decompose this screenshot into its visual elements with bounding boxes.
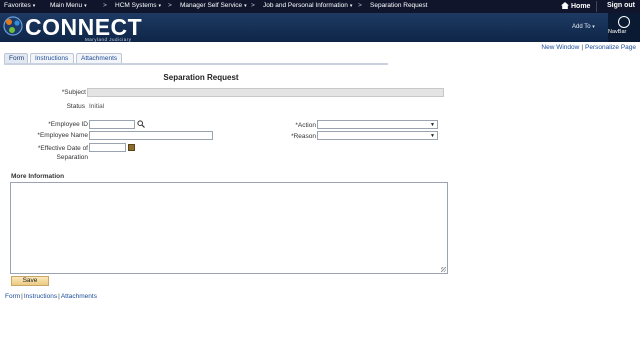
- chevron-down-icon: ▼: [430, 133, 435, 139]
- add-to-label: Add To: [572, 24, 591, 30]
- breadcrumb-separator: >: [168, 2, 172, 9]
- breadcrumb-separator: >: [358, 2, 362, 9]
- employee-name-field[interactable]: [89, 131, 213, 140]
- chevron-down-icon: ▾: [592, 24, 595, 30]
- sign-out-link[interactable]: Sign out: [607, 2, 635, 9]
- page-title: Separation Request: [163, 73, 239, 82]
- subject-label: *Subject: [61, 89, 86, 96]
- link-divider: |: [581, 44, 584, 51]
- link-divider: |: [21, 293, 23, 300]
- page-links: New Window | Personalize Page: [541, 44, 636, 51]
- chevron-down-icon: ▾: [32, 3, 36, 9]
- reason-select[interactable]: ▼: [317, 131, 438, 140]
- more-information-textarea[interactable]: [10, 182, 448, 274]
- main-menu-label: Main Menu: [50, 2, 83, 9]
- employee-id-label: *Employee ID: [48, 121, 88, 128]
- hcm-systems-menu[interactable]: HCM Systems ▾: [115, 2, 161, 9]
- chevron-down-icon: ▼: [430, 122, 435, 128]
- separation-request-label: Separation Request: [370, 2, 428, 9]
- employee-name-label: *Employee Name: [37, 132, 88, 139]
- top-navigation-bar: Favorites ▾ Main Menu ▾ > HCM Systems ▾ > M…: [0, 0, 640, 13]
- breadcrumb-separator: >: [251, 2, 255, 9]
- manager-self-service-label: Manager Self Service: [180, 2, 243, 9]
- search-icon[interactable]: [137, 120, 145, 128]
- hcm-systems-label: HCM Systems: [115, 2, 157, 9]
- status-value: Initial: [89, 103, 105, 110]
- instructions-link[interactable]: Instructions: [24, 293, 57, 300]
- job-personal-info-menu[interactable]: Job and Personal Information ▾: [263, 2, 352, 9]
- personalize-page-link[interactable]: Personalize Page: [585, 44, 636, 51]
- home-link[interactable]: Home: [561, 2, 590, 10]
- main-menu[interactable]: Main Menu ▾: [50, 2, 87, 9]
- manager-self-service-menu[interactable]: Manager Self Service ▾: [180, 2, 247, 9]
- calendar-icon[interactable]: [128, 144, 135, 151]
- tab-form[interactable]: Form: [4, 53, 28, 63]
- action-select[interactable]: ▼: [317, 120, 438, 129]
- tab-attachments[interactable]: Attachments: [76, 53, 122, 63]
- bottom-links: Form|Instructions|Attachments: [5, 293, 97, 300]
- connect-logo-icon: [3, 16, 23, 36]
- form-link[interactable]: Form: [5, 293, 20, 300]
- attachments-link[interactable]: Attachments: [61, 293, 97, 300]
- breadcrumb-separator: >: [103, 2, 107, 9]
- resize-grip-icon[interactable]: [441, 267, 446, 272]
- subject-field[interactable]: [87, 88, 444, 97]
- favorites-menu[interactable]: Favorites ▾: [4, 2, 35, 9]
- nav-divider: [596, 1, 597, 12]
- tab-underline: [4, 63, 388, 65]
- chevron-down-icon: ▾: [84, 3, 87, 9]
- home-icon: [561, 2, 569, 9]
- employee-id-field[interactable]: [89, 120, 135, 129]
- add-to-menu[interactable]: Add To ▾: [572, 24, 595, 30]
- separation-request-crumb[interactable]: Separation Request: [370, 2, 427, 9]
- favorites-label: Favorites: [4, 2, 31, 9]
- tab-instructions[interactable]: Instructions: [30, 53, 74, 63]
- save-button[interactable]: Save: [11, 276, 49, 286]
- navbar-button[interactable]: NavBar: [608, 13, 640, 42]
- navbar-label: NavBar: [608, 29, 627, 35]
- logo-subtitle: Maryland Judiciary: [85, 37, 132, 42]
- effective-date-label-line2: Separation: [56, 154, 88, 161]
- new-window-link[interactable]: New Window: [541, 44, 579, 51]
- action-label: *Action: [295, 122, 316, 129]
- header-banner: CONNECT Maryland Judiciary Add To ▾ NavB…: [0, 13, 640, 42]
- reason-label: *Reason: [291, 133, 316, 140]
- chevron-down-icon: ▾: [244, 3, 247, 9]
- effective-date-field[interactable]: [89, 143, 126, 152]
- more-information-label: More Information: [11, 173, 65, 180]
- status-label: Status: [66, 103, 85, 110]
- job-personal-info-label: Job and Personal Information: [263, 2, 348, 9]
- chevron-down-icon: ▾: [349, 3, 353, 9]
- chevron-down-icon: ▾: [158, 3, 162, 9]
- home-label: Home: [571, 3, 591, 10]
- link-divider: |: [58, 293, 60, 300]
- compass-icon: [618, 16, 630, 28]
- effective-date-label: *Effective Date of: [37, 145, 88, 152]
